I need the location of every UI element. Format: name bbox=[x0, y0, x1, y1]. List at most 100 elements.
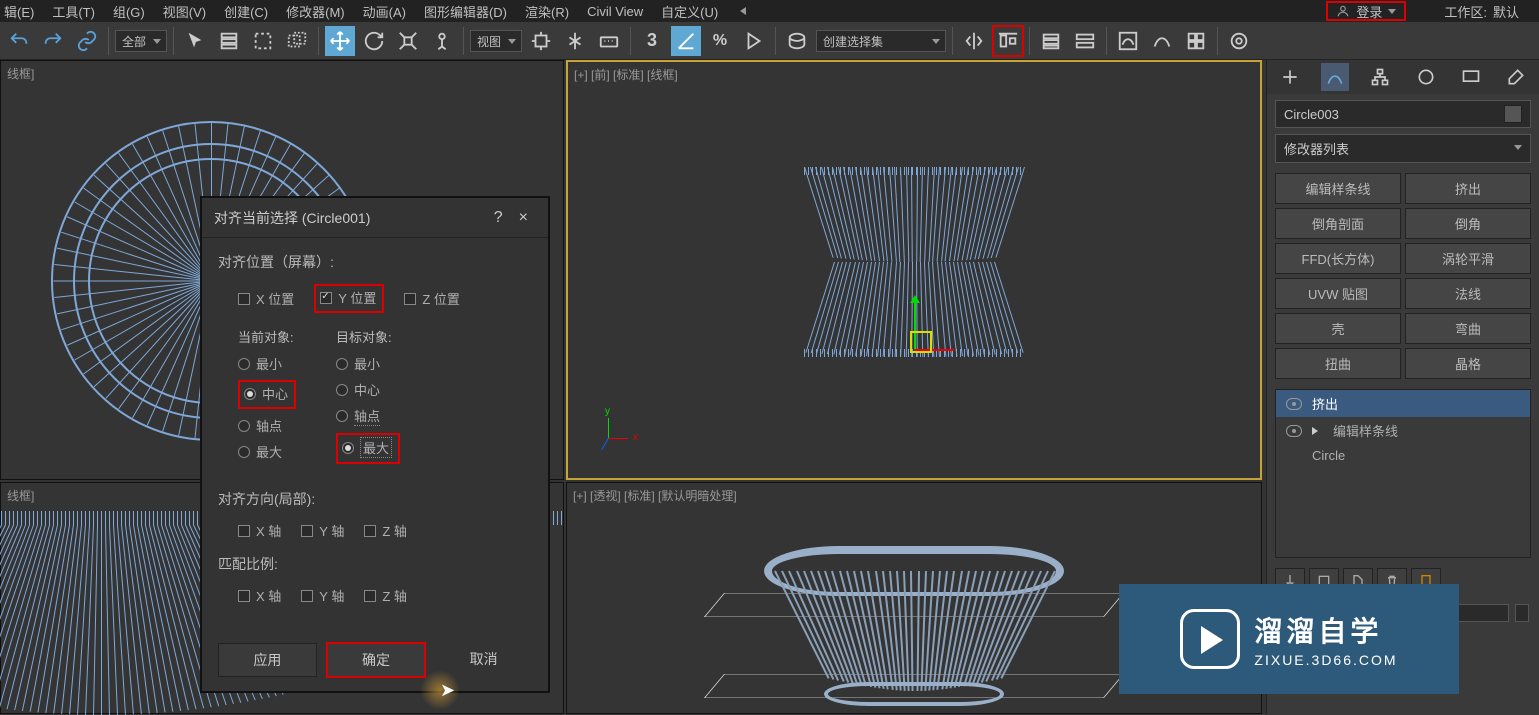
link-button[interactable] bbox=[72, 26, 102, 56]
menu-civil[interactable]: Civil View bbox=[587, 4, 643, 19]
align-button[interactable] bbox=[993, 26, 1023, 56]
selection-filter-dropdown[interactable]: 全部 bbox=[115, 30, 167, 52]
spinner-buttons[interactable] bbox=[1515, 604, 1529, 622]
menu-create[interactable]: 创建(C) bbox=[224, 2, 268, 21]
selection-set-dropdown[interactable]: 创建选择集 bbox=[816, 30, 946, 52]
target-pivot-radio[interactable]: 轴点 bbox=[336, 406, 400, 426]
target-min-radio[interactable]: 最小 bbox=[336, 354, 400, 373]
orient-z-checkbox[interactable]: Z 轴 bbox=[364, 521, 407, 540]
redo-button[interactable] bbox=[38, 26, 68, 56]
scale-y-checkbox[interactable]: Y 轴 bbox=[301, 586, 344, 605]
current-pivot-radio[interactable]: 轴点 bbox=[238, 416, 296, 435]
render-setup-button[interactable] bbox=[1224, 26, 1254, 56]
z-position-checkbox[interactable]: Z 位置 bbox=[404, 289, 460, 308]
login-button[interactable]: 登录 bbox=[1326, 1, 1406, 21]
percent-snap-toggle[interactable]: % bbox=[705, 26, 735, 56]
menu-more-arrow[interactable] bbox=[736, 7, 746, 15]
display-tab[interactable] bbox=[1457, 63, 1485, 91]
pivot-button[interactable] bbox=[526, 26, 556, 56]
current-center-radio[interactable]: 中心 bbox=[238, 380, 296, 409]
select-window-crossing[interactable] bbox=[282, 26, 312, 56]
snap-toggle[interactable]: 3 bbox=[637, 26, 667, 56]
select-region-rect[interactable] bbox=[248, 26, 278, 56]
current-min-radio[interactable]: 最小 bbox=[238, 354, 296, 373]
mirror-button[interactable] bbox=[959, 26, 989, 56]
mod-btn-uvw[interactable]: UVW 贴图 bbox=[1275, 278, 1401, 309]
menu-custom[interactable]: 自定义(U) bbox=[661, 2, 718, 21]
align-dialog: 对齐当前选择 (Circle001) ? × 对齐位置（屏幕）: X 位置 Y … bbox=[200, 196, 550, 693]
orient-x-checkbox[interactable]: X 轴 bbox=[238, 521, 281, 540]
utilities-tab[interactable] bbox=[1502, 63, 1530, 91]
menu-group[interactable]: 组(G) bbox=[113, 2, 145, 21]
scale-z-checkbox[interactable]: Z 轴 bbox=[364, 586, 407, 605]
select-by-name-button[interactable] bbox=[214, 26, 244, 56]
eye-icon[interactable] bbox=[1286, 398, 1302, 410]
gizmo-xy-plane[interactable] bbox=[910, 331, 932, 353]
menu-tools[interactable]: 工具(T) bbox=[52, 2, 95, 21]
hierarchy-tab[interactable] bbox=[1366, 63, 1394, 91]
workspace-selector[interactable]: 工作区: 默认 bbox=[1444, 2, 1519, 21]
menu-graph[interactable]: 图形编辑器(D) bbox=[424, 2, 507, 21]
close-button[interactable]: × bbox=[511, 205, 536, 231]
mod-btn-normal[interactable]: 法线 bbox=[1405, 278, 1531, 309]
y-position-checkbox[interactable]: Y 位置 bbox=[314, 284, 384, 313]
help-button[interactable]: ? bbox=[486, 205, 511, 231]
move-button[interactable] bbox=[325, 26, 355, 56]
dialog-titlebar[interactable]: 对齐当前选择 (Circle001) ? × bbox=[202, 198, 548, 238]
layer-explorer-button[interactable] bbox=[1036, 26, 1066, 56]
target-center-radio[interactable]: 中心 bbox=[336, 380, 400, 399]
stack-item-extrude[interactable]: 挤出 bbox=[1276, 390, 1530, 417]
edit-selection-set[interactable] bbox=[782, 26, 812, 56]
expand-icon[interactable] bbox=[1312, 427, 1323, 435]
mod-btn-bevel[interactable]: 倒角 bbox=[1405, 208, 1531, 239]
schematic-view-button[interactable] bbox=[1147, 26, 1177, 56]
mod-btn-twist[interactable]: 扭曲 bbox=[1275, 348, 1401, 379]
orient-y-checkbox[interactable]: Y 轴 bbox=[301, 521, 344, 540]
watermark-url: ZIXUE.3D66.COM bbox=[1254, 652, 1397, 668]
rotate-button[interactable] bbox=[359, 26, 389, 56]
object-color-swatch[interactable] bbox=[1504, 105, 1522, 123]
coord-system-dropdown[interactable]: 视图 bbox=[470, 30, 522, 52]
placement-button[interactable] bbox=[427, 26, 457, 56]
select-object-button[interactable] bbox=[180, 26, 210, 56]
curve-editor-button[interactable] bbox=[1113, 26, 1143, 56]
scale-x-checkbox[interactable]: X 轴 bbox=[238, 586, 281, 605]
mod-btn-bend[interactable]: 弯曲 bbox=[1405, 313, 1531, 344]
modifier-list-dropdown[interactable]: 修改器列表 bbox=[1275, 134, 1531, 163]
cancel-button[interactable]: 取消 bbox=[435, 643, 532, 677]
apply-button[interactable]: 应用 bbox=[218, 643, 317, 677]
angle-snap-toggle[interactable] bbox=[671, 26, 701, 56]
toggle-ribbon-button[interactable] bbox=[1070, 26, 1100, 56]
keyboard-button[interactable] bbox=[594, 26, 624, 56]
menu-view[interactable]: 视图(V) bbox=[163, 2, 206, 21]
mod-btn-bevel-profile[interactable]: 倒角剖面 bbox=[1275, 208, 1401, 239]
mod-btn-edit-spline[interactable]: 编辑样条线 bbox=[1275, 173, 1401, 204]
mod-btn-lattice[interactable]: 晶格 bbox=[1405, 348, 1531, 379]
ok-button[interactable]: 确定 bbox=[327, 643, 426, 677]
menu-render[interactable]: 渲染(R) bbox=[525, 2, 569, 21]
mod-btn-extrude[interactable]: 挤出 bbox=[1405, 173, 1531, 204]
manipulate-button[interactable] bbox=[560, 26, 590, 56]
menu-modifier[interactable]: 修改器(M) bbox=[286, 2, 345, 21]
motion-tab[interactable] bbox=[1412, 63, 1440, 91]
mod-btn-shell[interactable]: 壳 bbox=[1275, 313, 1401, 344]
menu-edit[interactable]: 辑(E) bbox=[4, 2, 34, 21]
object-name-field[interactable]: Circle003 bbox=[1275, 100, 1531, 128]
scale-button[interactable] bbox=[393, 26, 423, 56]
spinner-snap-toggle[interactable] bbox=[739, 26, 769, 56]
modify-tab[interactable] bbox=[1321, 63, 1349, 91]
stack-item-edit-spline[interactable]: 编辑样条线 bbox=[1276, 417, 1530, 444]
current-max-radio[interactable]: 最大 bbox=[238, 442, 296, 461]
align-orient-section: 对齐方向(局部): bbox=[218, 489, 532, 509]
undo-button[interactable] bbox=[4, 26, 34, 56]
eye-icon[interactable] bbox=[1286, 425, 1302, 437]
viewport-front[interactable]: [+] [前] [标准] [线框] bbox=[566, 60, 1262, 480]
create-tab[interactable] bbox=[1276, 63, 1304, 91]
x-position-checkbox[interactable]: X 位置 bbox=[238, 289, 294, 308]
menu-anim[interactable]: 动画(A) bbox=[363, 2, 406, 21]
mod-btn-ffd[interactable]: FFD(长方体) bbox=[1275, 243, 1401, 274]
stack-item-circle[interactable]: Circle bbox=[1276, 444, 1530, 467]
material-editor-button[interactable] bbox=[1181, 26, 1211, 56]
mod-btn-turbosmooth[interactable]: 涡轮平滑 bbox=[1405, 243, 1531, 274]
target-max-radio[interactable]: 最大 bbox=[336, 433, 400, 464]
